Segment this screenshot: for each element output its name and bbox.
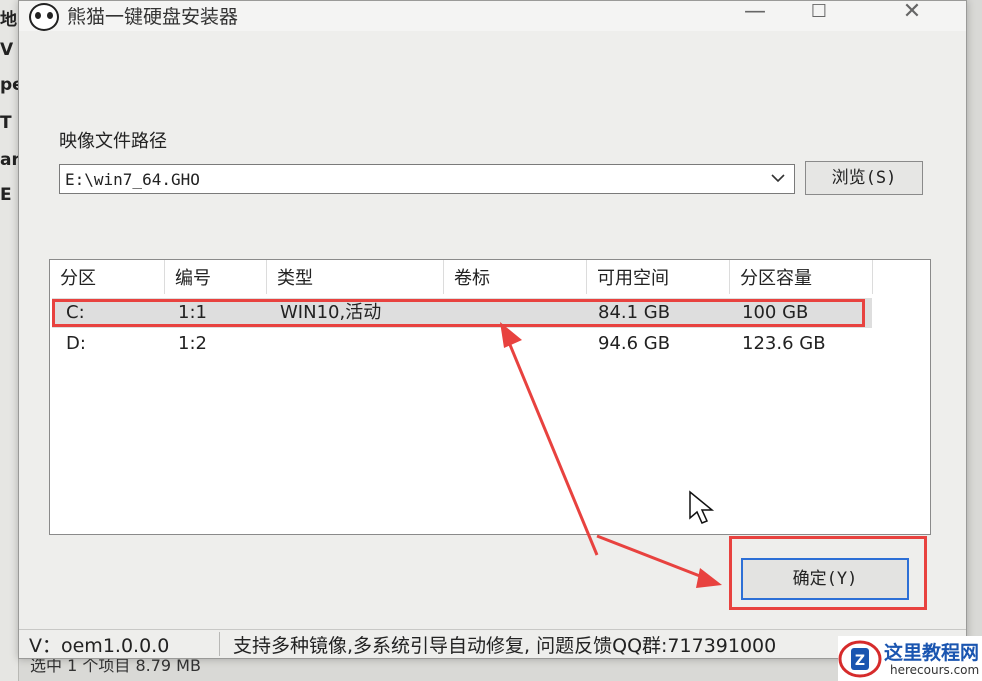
- watermark: Z 这里教程网 herecours.com: [838, 636, 982, 681]
- bg-edge-char: 地: [0, 10, 17, 30]
- title-bar[interactable]: 熊猫一键硬盘安装器 — ☐ ✕: [19, 0, 966, 31]
- bg-edge-char: E: [0, 185, 12, 205]
- annotation-highlight-row: [52, 299, 865, 327]
- image-path-label: 映像文件路径: [59, 131, 167, 152]
- column-header-label[interactable]: 卷标: [444, 260, 587, 294]
- status-message: 支持多种镜像,多系统引导自动修复, 问题反馈QQ群:717391000: [233, 635, 777, 657]
- version-text: V：oem1.0.0.0: [29, 635, 170, 657]
- annotation-highlight-button: [729, 536, 927, 610]
- column-header-number[interactable]: 编号: [165, 260, 267, 294]
- panda-icon: [29, 3, 59, 31]
- image-path-value: E:\win7_64.GHO: [65, 170, 200, 189]
- column-header-free-space[interactable]: 可用空间: [587, 260, 730, 294]
- watermark-site: herecours.com: [890, 663, 980, 677]
- column-header-capacity[interactable]: 分区容量: [730, 260, 873, 294]
- status-divider: [219, 632, 220, 656]
- image-path-combobox[interactable]: E:\win7_64.GHO: [59, 164, 795, 194]
- watermark-title: 这里教程网: [884, 642, 980, 664]
- cell-partition: D:: [66, 333, 86, 354]
- window-title: 熊猫一键硬盘安装器: [67, 6, 239, 28]
- table-row[interactable]: D: 1:2 94.6 GB 123.6 GB: [52, 329, 872, 359]
- bg-edge-char: T: [0, 113, 12, 133]
- cell-number: 1:2: [178, 333, 207, 354]
- close-icon[interactable]: ✕: [892, 0, 932, 27]
- column-header-type[interactable]: 类型: [267, 260, 444, 294]
- watermark-logo-icon: Z: [838, 640, 882, 678]
- svg-text:Z: Z: [855, 653, 865, 669]
- maximize-icon[interactable]: ☐: [799, 0, 839, 27]
- cell-free-space: 94.6 GB: [598, 333, 671, 354]
- partition-list-header: 分区 编号 类型 卷标 可用空间 分区容量: [50, 260, 930, 294]
- status-bar: V：oem1.0.0.0 支持多种镜像,多系统引导自动修复, 问题反馈QQ群:7…: [19, 629, 966, 658]
- bg-edge-char: V: [0, 40, 14, 60]
- cell-capacity: 123.6 GB: [742, 333, 826, 354]
- background-window-edge: 地 V pe T an E: [0, 0, 24, 681]
- column-header-partition[interactable]: 分区: [50, 260, 165, 294]
- chevron-down-icon[interactable]: [770, 169, 786, 187]
- minimize-icon[interactable]: —: [735, 0, 775, 27]
- browse-button[interactable]: 浏览(S): [805, 161, 923, 195]
